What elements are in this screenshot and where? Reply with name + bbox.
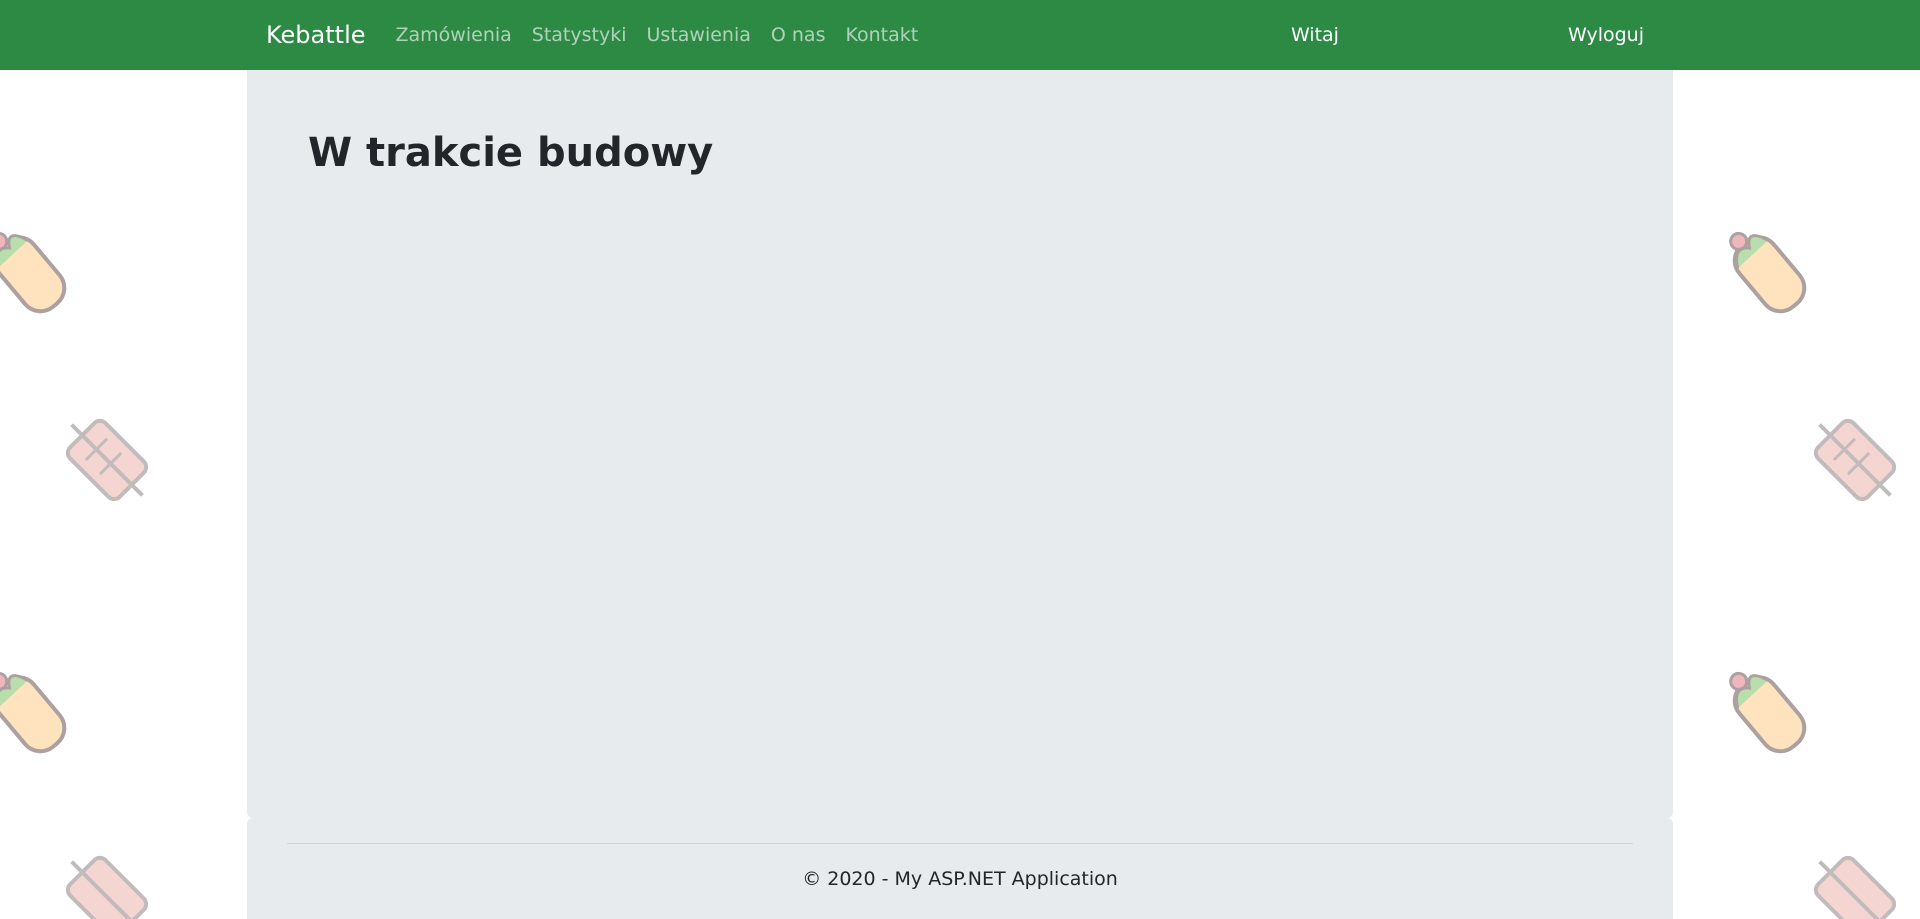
nav-link-zamowienia[interactable]: Zamówienia: [396, 24, 512, 46]
kebab-skewer-icon: [1813, 855, 1897, 919]
wrap-icon: [1729, 231, 1807, 314]
nav-link-ustawienia[interactable]: Ustawienia: [647, 24, 751, 46]
logout-link[interactable]: Wyloguj: [1568, 24, 1644, 46]
nav-link-statystyki[interactable]: Statystyki: [532, 24, 627, 46]
page-title: W trakcie budowy: [308, 130, 714, 176]
navbar-user-area: Witaj Wyloguj: [1291, 24, 1644, 46]
kebab-skewer-icon: [1813, 418, 1897, 502]
main-content: W trakcie budowy: [247, 70, 1673, 818]
kebab-skewer-icon: [65, 418, 149, 502]
nav-link-kontakt[interactable]: Kontakt: [845, 24, 918, 46]
brand-link[interactable]: Kebattle: [266, 21, 366, 49]
footer-divider: [287, 843, 1633, 844]
navbar-inner: Kebattle Zamówienia Statystyki Ustawieni…: [266, 0, 1644, 70]
greeting-text[interactable]: Witaj: [1291, 24, 1550, 46]
nav-link-o-nas[interactable]: O nas: [771, 24, 826, 46]
wrap-icon: [0, 671, 67, 754]
greeting-label: Witaj: [1290, 24, 1339, 46]
top-navbar: Kebattle Zamówienia Statystyki Ustawieni…: [0, 0, 1920, 70]
wrap-icon: [1729, 671, 1807, 754]
wrap-icon: [0, 231, 67, 314]
footer-copyright: © 2020 - My ASP.NET Application: [802, 868, 1118, 890]
footer: © 2020 - My ASP.NET Application: [247, 818, 1673, 919]
kebab-skewer-icon: [65, 855, 149, 919]
